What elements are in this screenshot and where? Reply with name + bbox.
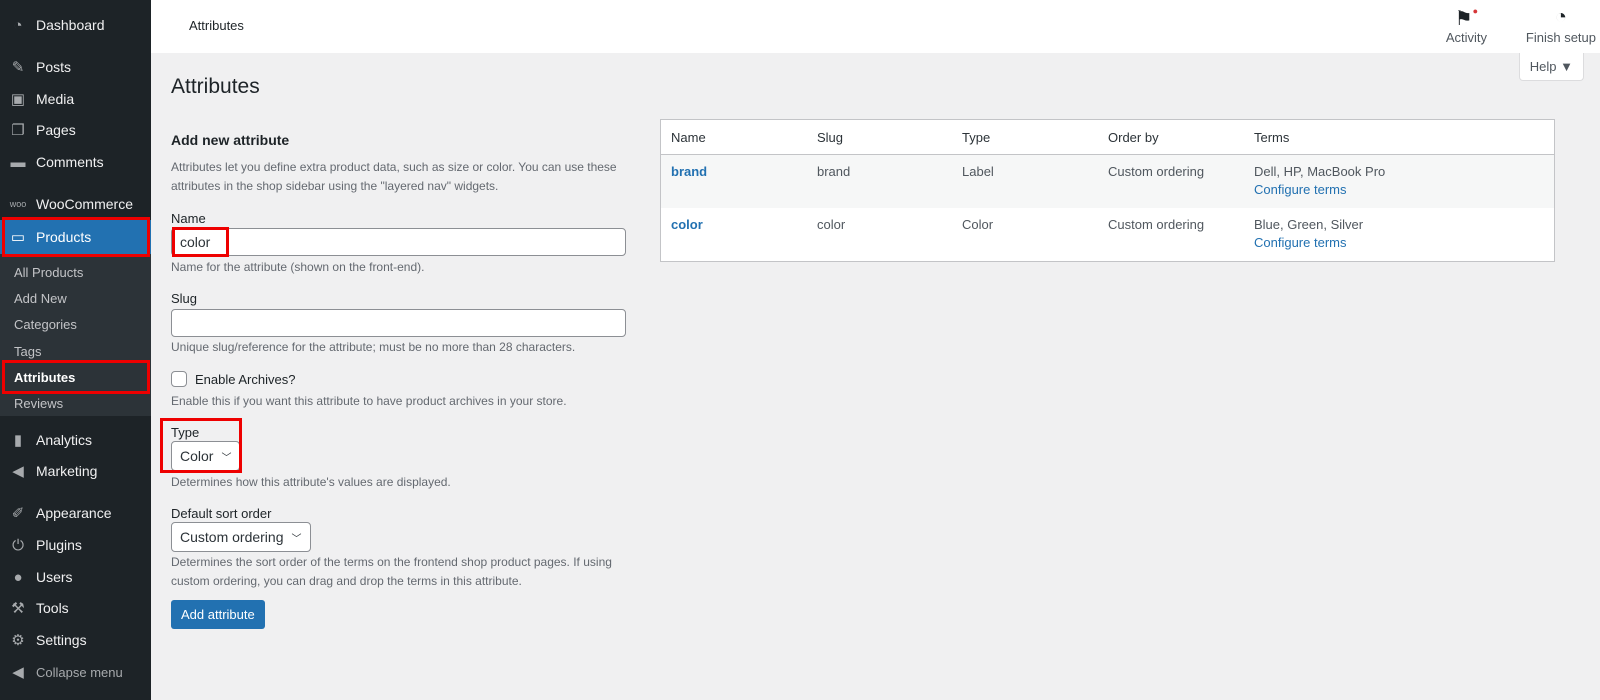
sort-help: Determines the sort order of the terms o… (171, 555, 612, 588)
slug-label: Slug (171, 291, 198, 306)
menu-comments[interactable]: ▬ Comments (0, 146, 151, 178)
bar-chart-icon: ▮ (13, 432, 23, 449)
attribute-terms: Blue, Green, Silver Configure terms (1244, 217, 1554, 261)
menu-tools[interactable]: ⚒ Tools (0, 592, 151, 624)
comment-icon: ▬ (10, 153, 26, 171)
menu-woocommerce[interactable]: woo WooCommerce (0, 188, 151, 220)
menu-pages[interactable]: ❐ Pages (0, 114, 151, 146)
terms-list: Blue, Green, Silver (1254, 217, 1364, 232)
submenu-categories[interactable]: Categories (14, 317, 77, 332)
menu-posts[interactable]: ✎ Posts (0, 51, 151, 83)
submenu-reviews[interactable]: Reviews (14, 396, 63, 411)
menu-dashboard[interactable]: ◔ Dashboard (0, 9, 151, 41)
form-intro: Attributes let you define extra product … (171, 160, 617, 193)
attribute-order: Custom ordering (1108, 164, 1205, 179)
menu-products[interactable]: ▭ Products (0, 220, 151, 254)
collapse-menu[interactable]: ◀ Collapse menu (0, 656, 151, 688)
attribute-type: Color (962, 217, 994, 232)
submenu-attributes[interactable]: Attributes (14, 370, 75, 385)
submenu-all-products[interactable]: All Products (14, 265, 83, 280)
attribute-terms: Dell, HP, MacBook Pro Configure terms (1244, 164, 1554, 208)
chevron-down-icon: ﹀ (221, 452, 232, 464)
progress-circle-icon: ◔ (1554, 6, 1567, 28)
menu-appearance[interactable]: ✐ Appearance (0, 497, 151, 529)
slug-help: Unique slug/reference for the attribute;… (171, 340, 576, 354)
sort-label: Default sort order (171, 506, 272, 521)
pages-icon: ❐ (11, 122, 25, 139)
add-attribute-button[interactable]: Add attribute (171, 600, 265, 629)
archives-checkbox[interactable] (171, 371, 187, 387)
chevron-down-icon: ﹀ (291, 533, 302, 545)
page-title: Attributes (171, 75, 260, 98)
submenu-tags[interactable]: Tags (14, 344, 41, 359)
type-label: Type (171, 425, 200, 440)
menu-plugins[interactable]: ⏻ Plugins (0, 529, 151, 561)
plug-icon: ⏻ (12, 536, 24, 554)
finish-setup-button[interactable]: ◔ Finish setup (1526, 6, 1596, 45)
topbar-title: Attributes (189, 18, 244, 33)
attribute-type: Label (962, 164, 994, 179)
woo-icon: woo (9, 199, 27, 209)
archives-help: Enable this if you want this attribute t… (171, 394, 567, 408)
settings-icon: ⚙ (11, 632, 25, 649)
attribute-order: Custom ordering (1108, 217, 1205, 232)
submenu-add-new[interactable]: Add New (14, 291, 67, 306)
menu-marketing[interactable]: ◀ Marketing (0, 455, 151, 487)
enable-archives[interactable]: Enable Archives? (171, 371, 295, 387)
top-bar: Attributes ⚑● Activity ◔ Finish setup (151, 0, 1600, 53)
col-slug: Slug (817, 129, 844, 145)
name-input[interactable] (171, 228, 626, 256)
terms-list: Dell, HP, MacBook Pro (1254, 164, 1386, 179)
wrench-icon: ⚒ (11, 600, 25, 617)
menu-settings[interactable]: ⚙ Settings (0, 624, 151, 656)
table-row: color color Color Custom ordering Blue, … (661, 208, 1554, 261)
help-tab[interactable]: Help ▼ (1518, 53, 1584, 81)
activity-button[interactable]: ⚑● Activity (1446, 6, 1487, 45)
collapse-icon: ◀ (12, 664, 24, 681)
user-icon: ● (13, 568, 23, 586)
flag-icon: ⚑● (1454, 6, 1479, 30)
type-help: Determines how this attribute's values a… (171, 475, 451, 489)
col-order: Order by (1108, 129, 1159, 145)
name-label: Name (171, 211, 206, 226)
megaphone-icon: ◀ (12, 463, 24, 480)
attribute-name-link[interactable]: color (671, 217, 703, 232)
form-heading: Add new attribute (171, 132, 290, 148)
configure-terms-link[interactable]: Configure terms (1254, 235, 1544, 250)
configure-terms-link[interactable]: Configure terms (1254, 182, 1544, 197)
dashboard-icon: ◔ (13, 16, 23, 34)
brush-icon: ✐ (11, 505, 25, 522)
type-select[interactable]: Color ﹀ (171, 441, 241, 471)
media-icon: ▣ (10, 91, 26, 108)
menu-users[interactable]: ● Users (0, 561, 151, 593)
menu-media[interactable]: ▣ Media (0, 83, 151, 115)
menu-analytics[interactable]: ▮ Analytics (0, 424, 151, 456)
name-help: Name for the attribute (shown on the fro… (171, 260, 425, 274)
col-type: Type (962, 129, 991, 145)
slug-input[interactable] (171, 309, 626, 337)
attribute-name-link[interactable]: brand (671, 164, 707, 179)
archive-icon: ▭ (10, 229, 26, 246)
col-terms: Terms (1254, 129, 1290, 145)
attributes-table: Name Slug Type Order by Terms brand bran… (660, 119, 1555, 262)
attribute-slug: brand (817, 164, 851, 179)
pin-icon: ✎ (11, 59, 25, 76)
table-row: brand brand Label Custom ordering Dell, … (661, 155, 1554, 208)
admin-sidebar: ◔ Dashboard ✎ Posts ▣ Media ❐ Pages ▬ Comment… (0, 0, 151, 700)
col-name: Name (671, 129, 706, 145)
sort-select[interactable]: Custom ordering ﹀ (171, 522, 311, 552)
attribute-slug: color (817, 217, 846, 232)
table-header: Name Slug Type Order by Terms (661, 120, 1554, 155)
